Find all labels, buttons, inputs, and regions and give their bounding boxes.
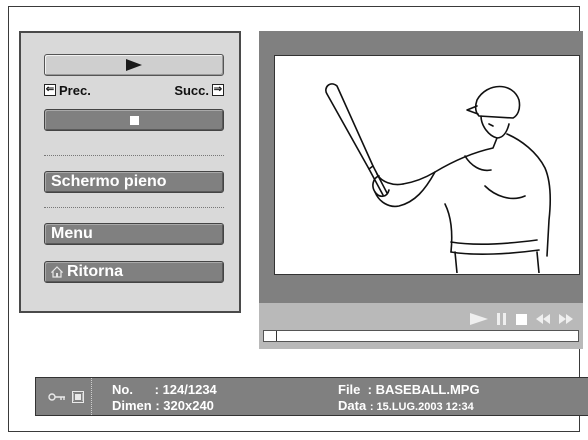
next-label: Succ. xyxy=(174,82,209,98)
dimension-label: Dimen xyxy=(112,398,152,413)
prev-next-row: ⇐ Prec. Succ. ⇒ xyxy=(44,82,224,98)
play-button[interactable] xyxy=(44,54,224,76)
key-icon xyxy=(47,392,65,401)
file-label: File xyxy=(338,382,361,397)
play-icon[interactable] xyxy=(470,313,488,325)
menu-label: Menu xyxy=(51,225,93,242)
fullscreen-button[interactable]: Schermo pieno xyxy=(44,171,224,193)
prev-label: Prec. xyxy=(59,82,91,98)
info-file: File : BASEBALL.MPG xyxy=(338,382,480,398)
right-arrow-icon: ⇒ xyxy=(212,84,224,96)
info-icons xyxy=(40,378,92,415)
stop-icon[interactable] xyxy=(516,313,527,325)
stop-icon xyxy=(129,115,139,125)
dimension-value: : 320x240 xyxy=(155,398,214,413)
fast-forward-icon[interactable] xyxy=(559,314,573,324)
menu-button[interactable]: Menu xyxy=(44,223,224,245)
left-arrow-icon: ⇐ xyxy=(44,84,56,96)
control-panel: ⇐ Prec. Succ. ⇒ Schermo pieno Menu Ritor… xyxy=(19,31,241,313)
home-icon xyxy=(51,266,63,278)
info-bar: No. : 124/1234 Dimen : 320x240 File : BA… xyxy=(35,377,588,416)
pause-icon[interactable] xyxy=(497,313,507,325)
divider xyxy=(44,207,224,208)
info-right-column: File : BASEBALL.MPG Data : 15.LUG.2003 1… xyxy=(338,382,480,415)
back-button[interactable]: Ritorna xyxy=(44,261,224,283)
rewind-icon[interactable] xyxy=(536,314,550,324)
media-viewer xyxy=(259,31,583,349)
back-label: Ritorna xyxy=(67,263,123,280)
playback-control-strip xyxy=(259,303,583,349)
playback-controls xyxy=(470,312,573,326)
date-label: Data xyxy=(338,398,367,413)
screen-frame: ⇐ Prec. Succ. ⇒ Schermo pieno Menu Ritor… xyxy=(8,6,588,432)
file-value: : BASEBALL.MPG xyxy=(367,382,480,397)
info-number: No. : 124/1234 xyxy=(112,382,217,398)
prev-button[interactable]: ⇐ Prec. xyxy=(44,83,91,98)
divider xyxy=(44,155,224,156)
baseball-player-image xyxy=(325,83,551,274)
play-icon xyxy=(126,59,142,71)
info-left-column: No. : 124/1234 Dimen : 320x240 xyxy=(112,382,217,414)
film-icon xyxy=(71,390,84,403)
next-button[interactable]: Succ. ⇒ xyxy=(174,83,224,98)
number-value: : 124/1234 xyxy=(154,382,217,397)
number-label: No. xyxy=(112,382,133,397)
info-dimension: Dimen : 320x240 xyxy=(112,398,217,414)
date-value: : 15.LUG.2003 12:34 xyxy=(369,401,474,413)
image-display xyxy=(274,55,580,275)
progress-bar[interactable] xyxy=(263,330,579,342)
fullscreen-label: Schermo pieno xyxy=(51,173,167,190)
progress-fill xyxy=(264,331,277,341)
stop-button[interactable] xyxy=(44,109,224,131)
info-date: Data : 15.LUG.2003 12:34 xyxy=(338,398,480,415)
